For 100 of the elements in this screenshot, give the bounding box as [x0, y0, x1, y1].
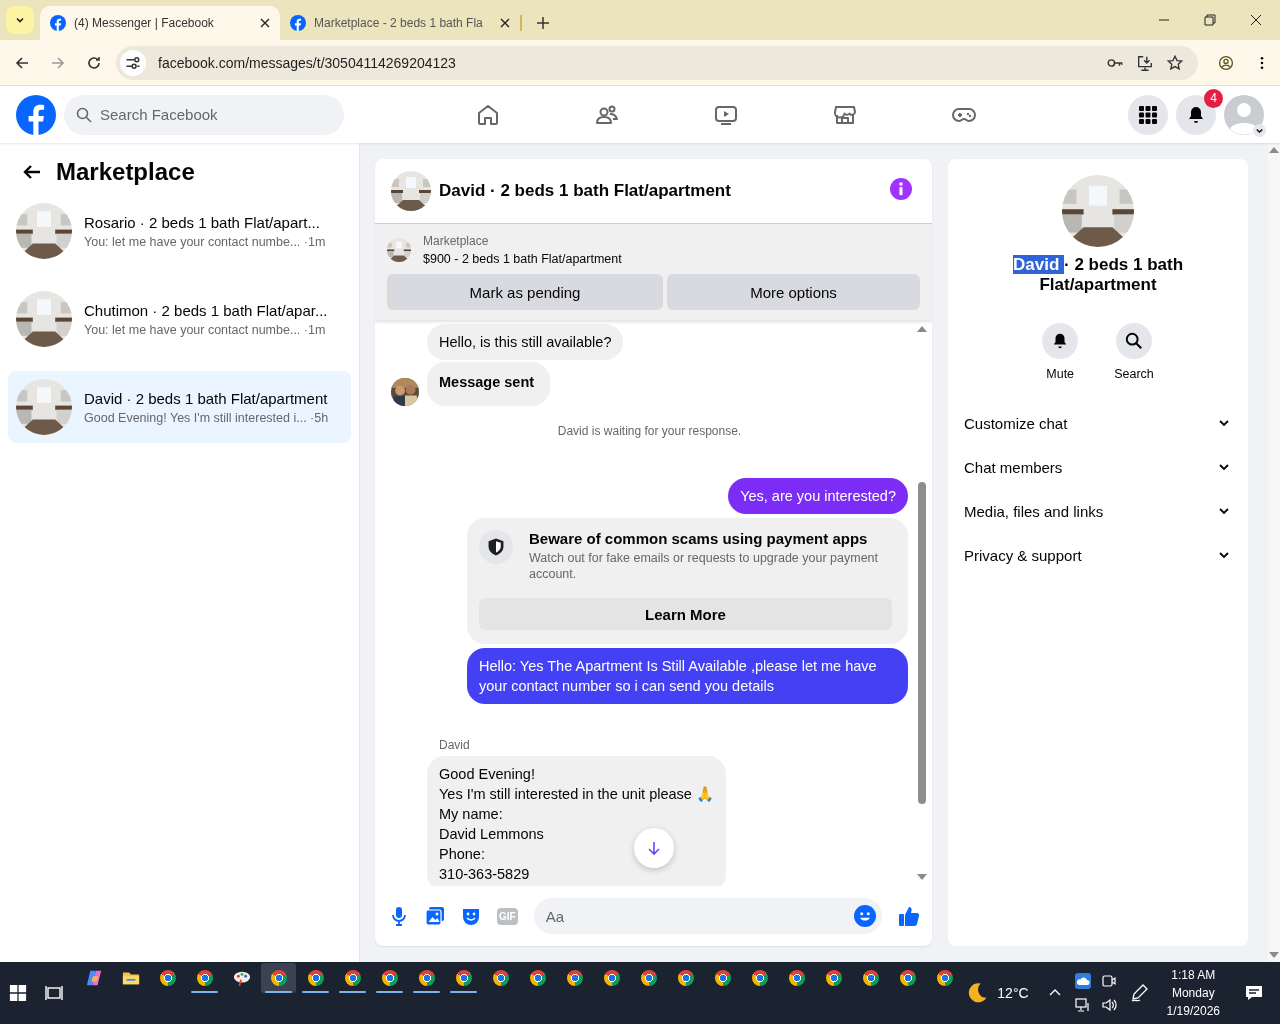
message-preview: You: let me have your contact numbe... ·1m: [84, 322, 327, 337]
conversation-name: Chutimon · 2 beds 1 bath Flat/apar...: [84, 301, 328, 319]
browser-tab[interactable]: Marketplace - 2 beds 1 bath Fla: [280, 6, 520, 40]
thumbs-up-icon[interactable]: [898, 905, 920, 927]
message-bubble: Good Evening! Yes I'm still interested in the unit please 🙏 My name: David Lemmons Phone: 310-363-5829: [427, 756, 726, 886]
scroll-down-icon[interactable]: [1269, 952, 1279, 958]
close-icon[interactable]: [500, 18, 510, 28]
browser-icon: [529, 970, 546, 986]
sender-name: David: [439, 738, 471, 752]
back-icon[interactable]: [14, 54, 30, 71]
browser-icon: [714, 970, 731, 986]
scroll-up-icon[interactable]: [917, 326, 927, 332]
browser-icon: [751, 970, 768, 986]
conversation-item[interactable]: Chutimon · 2 beds 1 bath Flat/apar... You: let me have your contact numbe... ·1m: [8, 283, 351, 355]
section-label: Media, files and links: [964, 502, 1104, 520]
browser-icon: [492, 970, 509, 986]
network-icon[interactable]: [1074, 997, 1091, 1013]
image-icon[interactable]: [425, 906, 445, 926]
browser-icon: [566, 970, 583, 986]
browser-icon: [603, 970, 620, 986]
clock-date: 1/19/2026: [1166, 1004, 1220, 1018]
chat-title: David · 2 beds 1 bath Flat/apartment: [439, 181, 732, 201]
assistant-icon: [84, 969, 103, 987]
notification-count: 4: [1204, 88, 1223, 108]
browser-icon: [640, 970, 657, 986]
reload-icon[interactable]: [86, 54, 102, 71]
facebook-logo-icon[interactable]: [16, 94, 56, 135]
message-bubble: Yes, are you interested?: [728, 478, 908, 514]
close-icon[interactable]: [260, 18, 270, 28]
listing-button[interactable]: More options: [667, 274, 920, 310]
section-row[interactable]: Privacy & support: [948, 533, 1248, 577]
browser-tab[interactable]: (4) Messenger | Facebook: [40, 6, 280, 40]
warning-title: Beware of common scams using payment apps: [529, 530, 869, 547]
browser-icon: [196, 970, 213, 986]
listing-title: $900 - 2 beds 1 bath Flat/apartment: [423, 252, 622, 266]
scroll-down-icon[interactable]: [917, 874, 927, 880]
arrow-down-icon: [646, 840, 662, 856]
grid-icon: [1138, 104, 1158, 125]
conversation-item[interactable]: David · 2 beds 1 bath Flat/apartment Good Evening! Yes I'm still interested i... ·5h: [8, 371, 351, 443]
section-label: Customize chat: [964, 414, 1068, 432]
microphone-icon[interactable]: [389, 906, 409, 926]
action-label: Search: [1114, 367, 1154, 381]
conversation-item[interactable]: Rosario · 2 beds 1 bath Flat/apart... You: let me have your contact numbe... ·1m: [8, 195, 351, 267]
windows-start-icon[interactable]: [9, 984, 27, 1002]
scroll-up-icon[interactable]: [1269, 147, 1279, 153]
browser-icon: [270, 970, 287, 986]
conversation-name: David · 2 beds 1 bath Flat/apartment: [84, 389, 329, 407]
search-field[interactable]: Search Facebook: [64, 94, 344, 135]
info-icon[interactable]: [890, 178, 912, 200]
search-icon: [76, 106, 92, 123]
forward-icon[interactable]: [50, 54, 66, 71]
search-button[interactable]: [1116, 323, 1152, 359]
browser-icon: [344, 970, 361, 986]
browser-icon: [899, 970, 916, 986]
message-input[interactable]: Aa: [533, 898, 882, 934]
section-row[interactable]: Chat members: [948, 445, 1248, 489]
listing-button[interactable]: Mark as pending: [387, 274, 663, 310]
new-tab-icon[interactable]: [536, 16, 550, 30]
restore-icon[interactable]: [1204, 14, 1216, 26]
close-icon[interactable]: [1250, 14, 1262, 26]
listing-label: Marketplace: [423, 234, 490, 248]
message-bubble: Hello: Yes The Apartment Is Still Available ,please let me have your contact number so i can send you details: [467, 648, 908, 704]
section-label: Chat members: [964, 458, 1063, 476]
address-bar[interactable]: facebook.com/messages/t/30504114269204123: [116, 45, 1198, 80]
section-row[interactable]: Media, files and links: [948, 489, 1248, 533]
sticker-icon[interactable]: [461, 906, 481, 926]
speaker-icon[interactable]: [1100, 997, 1117, 1013]
shield-icon: [479, 530, 513, 564]
menu-button[interactable]: [1128, 94, 1168, 135]
url-text: facebook.com/messages/t/30504114269204123: [158, 54, 457, 71]
install-icon[interactable]: [1136, 53, 1154, 72]
emoji-icon[interactable]: [854, 905, 876, 927]
conversation-name: Rosario · 2 beds 1 bath Flat/apart...: [84, 213, 321, 231]
cloud-icon[interactable]: [1074, 973, 1091, 989]
message-bubble: Hello, is this still available?: [427, 324, 624, 360]
warning-text: Watch out for fake emails or requests to upgrade your payment account.: [529, 550, 880, 582]
clock-time: 1:18 AM: [1171, 968, 1216, 982]
scrollbar-thumb[interactable]: [918, 482, 926, 804]
message-bubble: Message sent: [427, 362, 551, 406]
temperature-text: 12°C: [997, 985, 1029, 1001]
notification-center-icon[interactable]: [1244, 983, 1264, 1003]
browser-icon: [788, 970, 805, 986]
learn-more-button[interactable]: Learn More: [479, 598, 892, 630]
caret-icon[interactable]: [1253, 123, 1266, 137]
task-view-icon[interactable]: [44, 983, 64, 1003]
facebook-logo-icon: [290, 15, 306, 31]
camera-icon[interactable]: [1100, 973, 1117, 989]
browser-icon: [862, 970, 879, 986]
profile-icon[interactable]: [1218, 54, 1234, 71]
browser-icon: [455, 970, 472, 986]
section-row[interactable]: Customize chat: [948, 401, 1248, 445]
bell-icon: [1186, 104, 1206, 125]
action-label: Mute: [1046, 367, 1075, 381]
home-icon[interactable]: [476, 102, 500, 127]
site-settings-icon[interactable]: [120, 49, 146, 76]
browser-icon: [159, 970, 176, 986]
browser-icon: [307, 970, 324, 986]
star-icon[interactable]: [1166, 53, 1184, 72]
notifications-button[interactable]: [1176, 94, 1216, 135]
mute-button[interactable]: [1042, 323, 1079, 359]
